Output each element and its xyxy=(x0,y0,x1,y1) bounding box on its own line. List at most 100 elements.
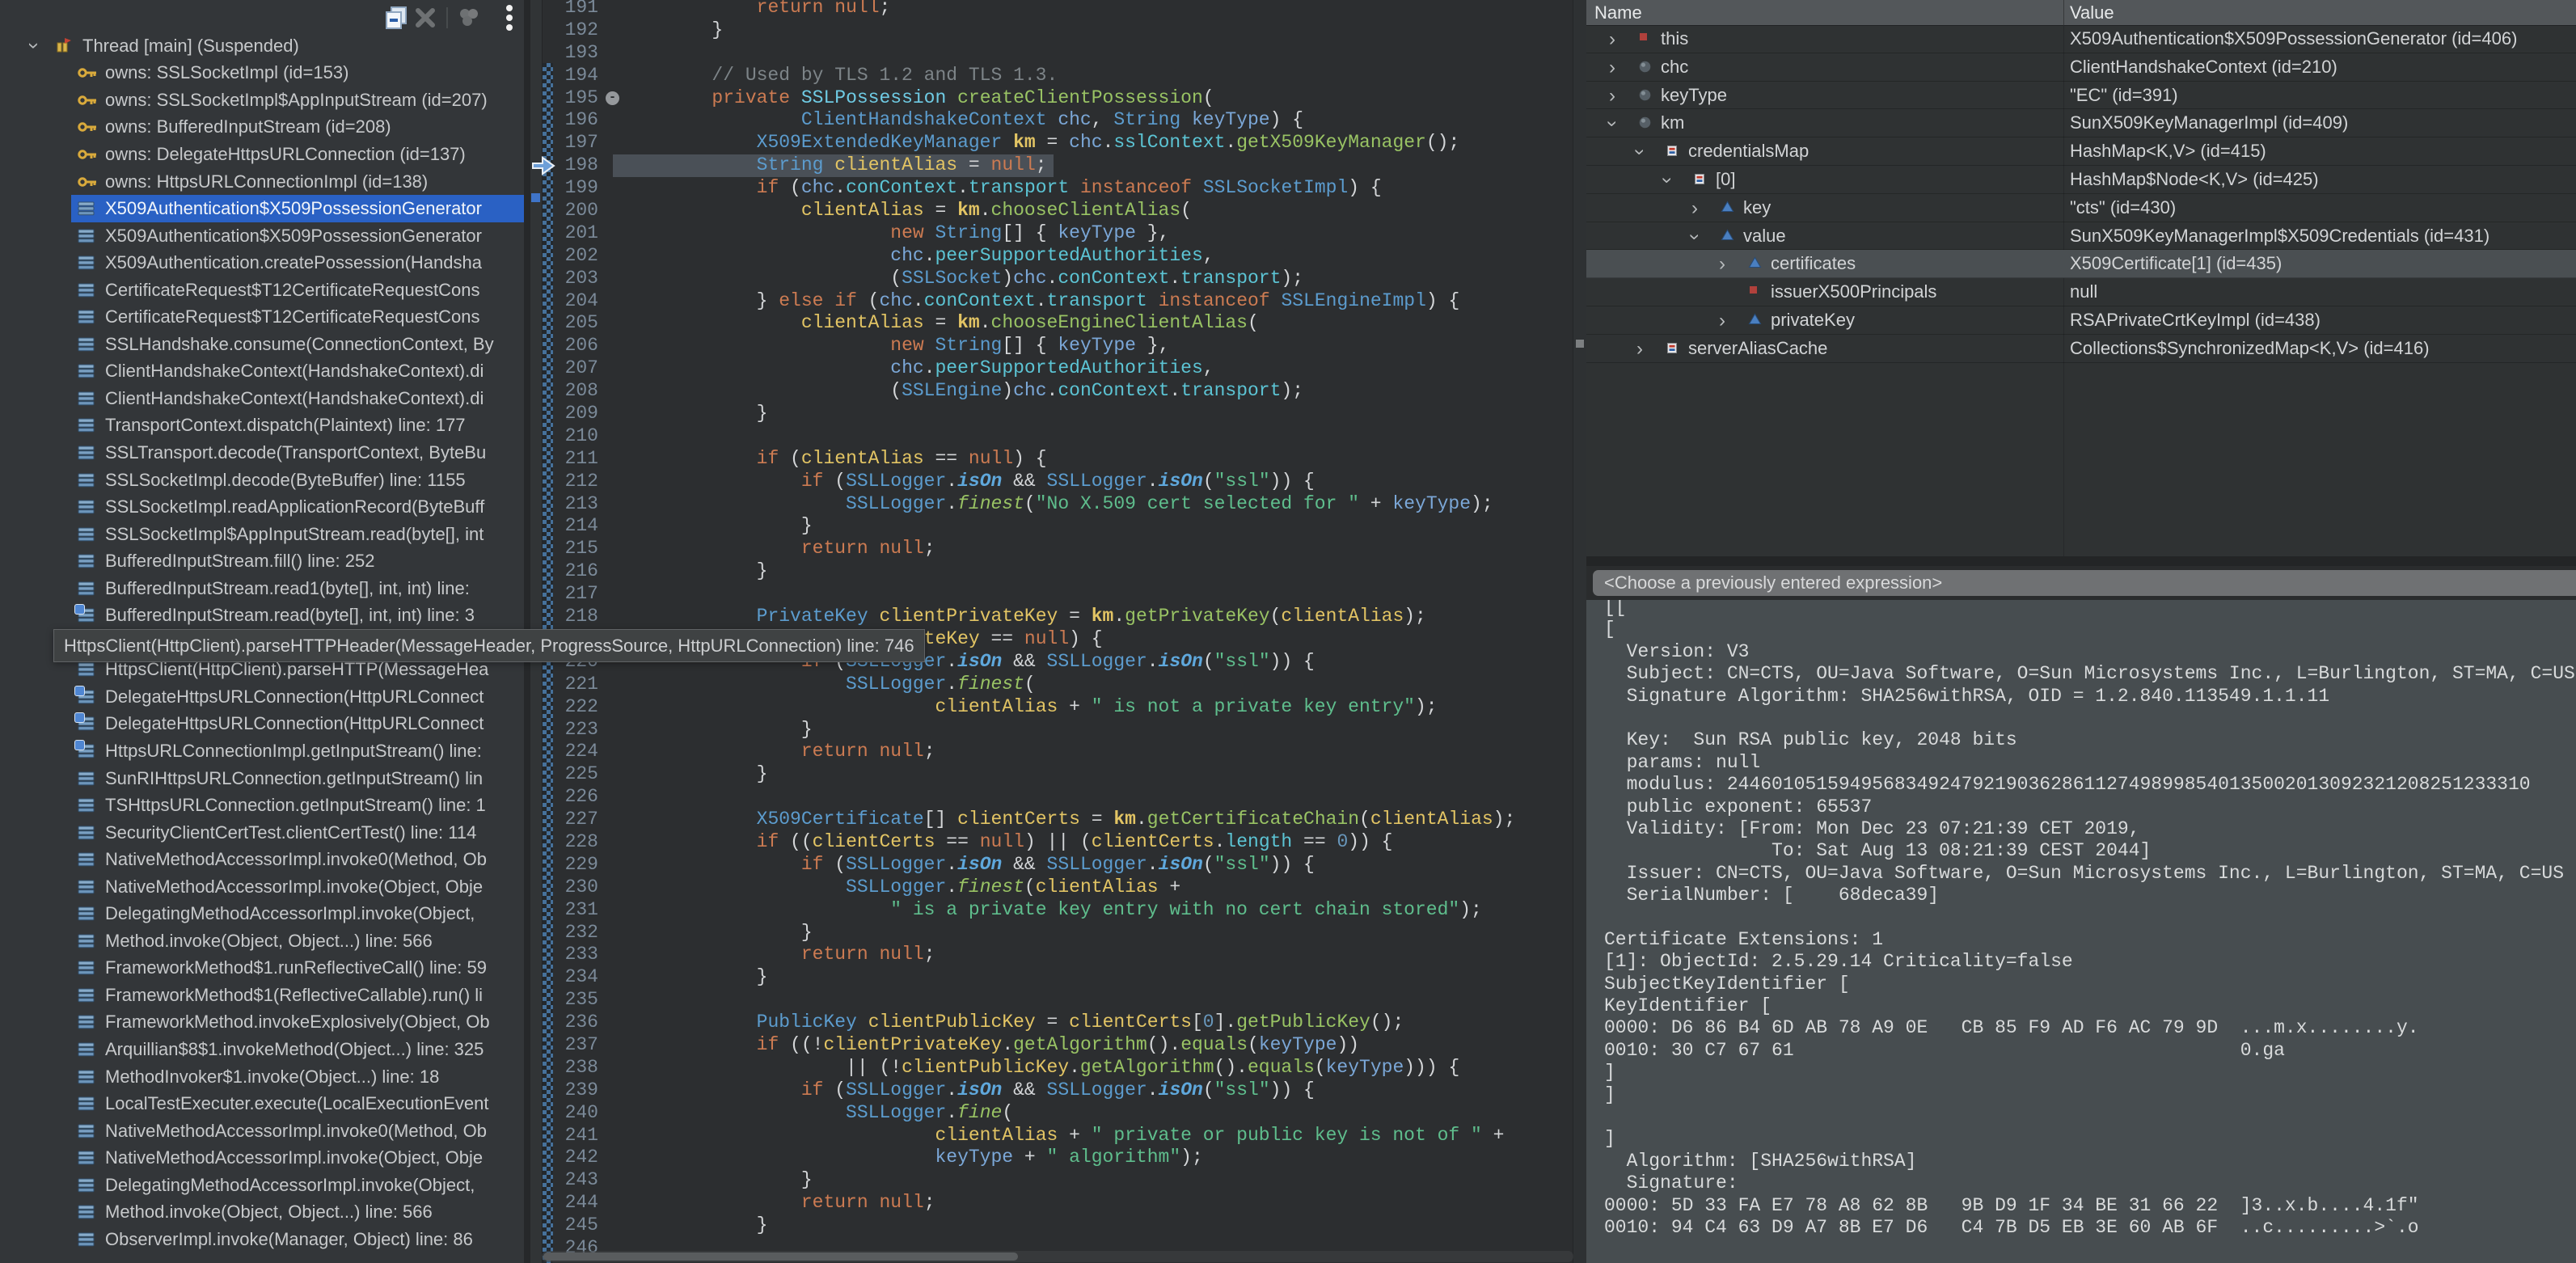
stack-frame-row[interactable]: Method.invoke(Object, Object...) line: 5… xyxy=(0,927,524,955)
code-line[interactable]: 225 } xyxy=(530,763,1573,786)
stack-frame-row[interactable]: NativeMethodAccessorImpl.invoke(Object, … xyxy=(0,1144,524,1172)
owns-row[interactable]: owns: BufferedInputStream (id=208) xyxy=(0,114,524,142)
code-line[interactable]: 237 if ((!clientPrivateKey.getAlgorithm(… xyxy=(530,1034,1573,1057)
horizontal-scrollbar[interactable] xyxy=(542,1251,1573,1262)
code-line[interactable]: 222 clientAlias + " is not a private key… xyxy=(530,696,1573,719)
code-line[interactable]: 229 if (SSLLogger.isOn && SSLLogger.isOn… xyxy=(530,854,1573,876)
code-line[interactable]: 235 xyxy=(530,989,1573,1012)
stack-frame-row[interactable]: DelegateHttpsURLConnection(HttpURLConnec… xyxy=(0,683,524,711)
code-line[interactable]: 245 } xyxy=(530,1214,1573,1237)
stack-frame-row[interactable]: BufferedInputStream.read(byte[], int, in… xyxy=(0,602,524,629)
code-line[interactable]: 208 (SSLEngine)chc.conContext.transport)… xyxy=(530,380,1573,403)
stack-frame-row[interactable]: X509Authentication$X509PossessionGenerat… xyxy=(0,222,524,250)
overview-ruler[interactable] xyxy=(1573,0,1586,1263)
code-text[interactable]: new String[] { keyType }, xyxy=(623,335,1169,357)
code-line[interactable]: 205 clientAlias = km.chooseEngineClientA… xyxy=(530,312,1573,335)
stack-frame-row[interactable]: ClientHandshakeContext(HandshakeContext)… xyxy=(0,358,524,386)
stack-frame-row[interactable]: NativeMethodAccessorImpl.invoke0(Method,… xyxy=(0,1117,524,1145)
code-line[interactable]: 226 xyxy=(530,786,1573,809)
code-text[interactable]: SSLLogger.fine( xyxy=(623,1102,1013,1125)
code-text[interactable]: X509Certificate[] clientCerts = km.getCe… xyxy=(623,809,1515,831)
code-line[interactable]: 233 return null; xyxy=(530,944,1573,966)
stack-frame-row[interactable]: BufferedInputStream.read1(byte[], int, i… xyxy=(0,575,524,602)
stack-frame-row[interactable]: NativeMethodAccessorImpl.invoke0(Method,… xyxy=(0,846,524,873)
expand-chevron-icon[interactable]: › xyxy=(1691,226,1698,248)
view-menu-icon[interactable] xyxy=(495,3,524,32)
code-line[interactable]: 228 if ((clientCerts == null) || (client… xyxy=(530,831,1573,854)
code-text[interactable]: if (SSLLogger.isOn && SSLLogger.isOn("ss… xyxy=(623,471,1315,493)
stack-frame-row[interactable]: DelegatingMethodAccessorImpl.invoke(Obje… xyxy=(0,901,524,928)
stack-frame-row[interactable]: CertificateRequest$T12CertificateRequest… xyxy=(0,277,524,304)
group-by-icon[interactable] xyxy=(454,3,484,32)
code-text[interactable]: } xyxy=(623,922,813,944)
stack-frame-row[interactable]: ObserverImpl.invoke(Manager, Object) lin… xyxy=(0,1226,524,1253)
stack-frame-row[interactable]: FrameworkMethod$1(ReflectiveCallable).ru… xyxy=(0,982,524,1009)
code-text[interactable]: } xyxy=(623,560,767,583)
collapse-all-icon[interactable] xyxy=(382,3,411,32)
code-text[interactable]: if ((!clientPrivateKey.getAlgorithm().eq… xyxy=(623,1034,1359,1057)
code-line[interactable]: 200 clientAlias = km.chooseClientAlias( xyxy=(530,200,1573,222)
code-line[interactable]: 217 xyxy=(530,583,1573,606)
variable-detail-pane[interactable]: [[[ Version: V3 Subject: CN=CTS, OU=Java… xyxy=(1586,600,2576,1263)
variable-row[interactable]: ›certificatesX509Certificate[1] (id=435) xyxy=(1586,250,2576,278)
code-line[interactable]: 231 " is a private key entry with no cer… xyxy=(530,899,1573,922)
code-text[interactable]: if (SSLLogger.isOn && SSLLogger.isOn("ss… xyxy=(623,854,1315,876)
code-line[interactable]: 203 (SSLSocket)chc.conContext.transport)… xyxy=(530,268,1573,290)
code-line[interactable]: 210 xyxy=(530,425,1573,448)
expand-chevron-icon[interactable]: › xyxy=(1664,169,1670,192)
code-text[interactable]: chc.peerSupportedAuthorities, xyxy=(623,357,1214,380)
code-line[interactable]: 198 String clientAlias = null; xyxy=(530,154,1573,177)
code-text[interactable]: if (chc.conContext.transport instanceof … xyxy=(623,177,1382,200)
stack-frame-row[interactable]: Method.invoke(Object, Object...) line: 5… xyxy=(0,1199,524,1227)
code-text[interactable]: String clientAlias = null; xyxy=(623,154,1054,177)
code-line[interactable]: 216 } xyxy=(530,560,1573,583)
horizontal-scrollbar-thumb[interactable] xyxy=(543,1252,1018,1261)
stack-frame-row[interactable]: SSLTransport.decode(TransportContext, By… xyxy=(0,439,524,467)
code-line[interactable]: 238 || (!clientPublicKey.getAlgorithm().… xyxy=(530,1057,1573,1079)
stack-frame-row[interactable]: FrameworkMethod$1.runReflectiveCall() li… xyxy=(0,955,524,982)
code-text[interactable]: } xyxy=(623,1169,813,1192)
code-line[interactable]: 244 return null; xyxy=(530,1192,1573,1214)
code-line[interactable]: 201 new String[] { keyType }, xyxy=(530,222,1573,245)
stack-frame-row[interactable]: DelegateHttpsURLConnection(HttpURLConnec… xyxy=(0,711,524,738)
code-line[interactable]: 240 SSLLogger.fine( xyxy=(530,1102,1573,1125)
stack-frame-row[interactable]: TSHttpsURLConnection.getInputStream() li… xyxy=(0,792,524,819)
code-line[interactable]: 242 keyType + " algorithm"); xyxy=(530,1147,1573,1169)
code-line[interactable]: 232 } xyxy=(530,922,1573,944)
variable-row[interactable]: ›serverAliasCacheCollections$Synchronize… xyxy=(1586,335,2576,363)
code-text[interactable]: " is a private key entry with no cert ch… xyxy=(623,899,1482,922)
breakpoint-marker[interactable] xyxy=(531,193,540,202)
stack-frame-row[interactable]: SecurityClientCertTest.clientCertTest() … xyxy=(0,819,524,847)
expand-chevron-icon[interactable]: › xyxy=(31,34,55,57)
expand-chevron-icon[interactable]: › xyxy=(1636,338,1643,361)
expand-chevron-icon[interactable]: › xyxy=(1609,85,1615,108)
stack-frame-row[interactable]: TransportContext.dispatch(Plaintext) lin… xyxy=(0,412,524,440)
owns-row[interactable]: owns: SSLSocketImpl$AppInputStream (id=2… xyxy=(0,87,524,114)
code-line[interactable]: 192 } xyxy=(530,19,1573,42)
variables-splitter[interactable] xyxy=(1586,556,2576,566)
code-line[interactable]: 207 chc.peerSupportedAuthorities, xyxy=(530,357,1573,380)
overview-ruler-mark[interactable] xyxy=(1576,340,1584,348)
variable-row[interactable]: ›thisX509Authentication$X509PossessionGe… xyxy=(1586,25,2576,53)
code-text[interactable]: X509ExtendedKeyManager km = chc.sslConte… xyxy=(623,132,1459,154)
code-text[interactable]: } xyxy=(623,1214,767,1237)
code-text[interactable]: return null; xyxy=(623,944,935,966)
code-line[interactable]: 209 } xyxy=(530,403,1573,425)
code-text[interactable]: clientAlias = km.chooseEngineClientAlias… xyxy=(623,312,1259,335)
expand-chevron-icon[interactable]: › xyxy=(1719,310,1725,332)
stack-frame-row[interactable]: CertificateRequest$T12CertificateRequest… xyxy=(0,303,524,331)
code-text[interactable]: return null; xyxy=(623,0,890,19)
variable-row[interactable]: ›key"cts" (id=430) xyxy=(1586,194,2576,222)
code-text[interactable]: if (SSLLogger.isOn && SSLLogger.isOn("ss… xyxy=(623,1079,1315,1102)
code-line[interactable]: 206 new String[] { keyType }, xyxy=(530,335,1573,357)
code-line[interactable]: 197 X509ExtendedKeyManager km = chc.sslC… xyxy=(530,132,1573,154)
code-line[interactable]: 221 SSLLogger.finest( xyxy=(530,674,1573,696)
code-line[interactable]: 191 return null; xyxy=(530,0,1573,19)
code-text[interactable]: chc.peerSupportedAuthorities, xyxy=(623,245,1214,268)
variable-row[interactable]: ›credentialsMapHashMap<K,V> (id=415) xyxy=(1586,137,2576,166)
stack-frame-row[interactable]: SunRIHttpsURLConnection.getInputStream()… xyxy=(0,765,524,792)
code-text[interactable]: if (clientAlias == null) { xyxy=(623,448,1047,471)
code-text[interactable]: } xyxy=(623,19,723,42)
code-text[interactable]: PublicKey clientPublicKey = clientCerts[… xyxy=(623,1012,1404,1034)
code-line[interactable]: 193 xyxy=(530,42,1573,65)
